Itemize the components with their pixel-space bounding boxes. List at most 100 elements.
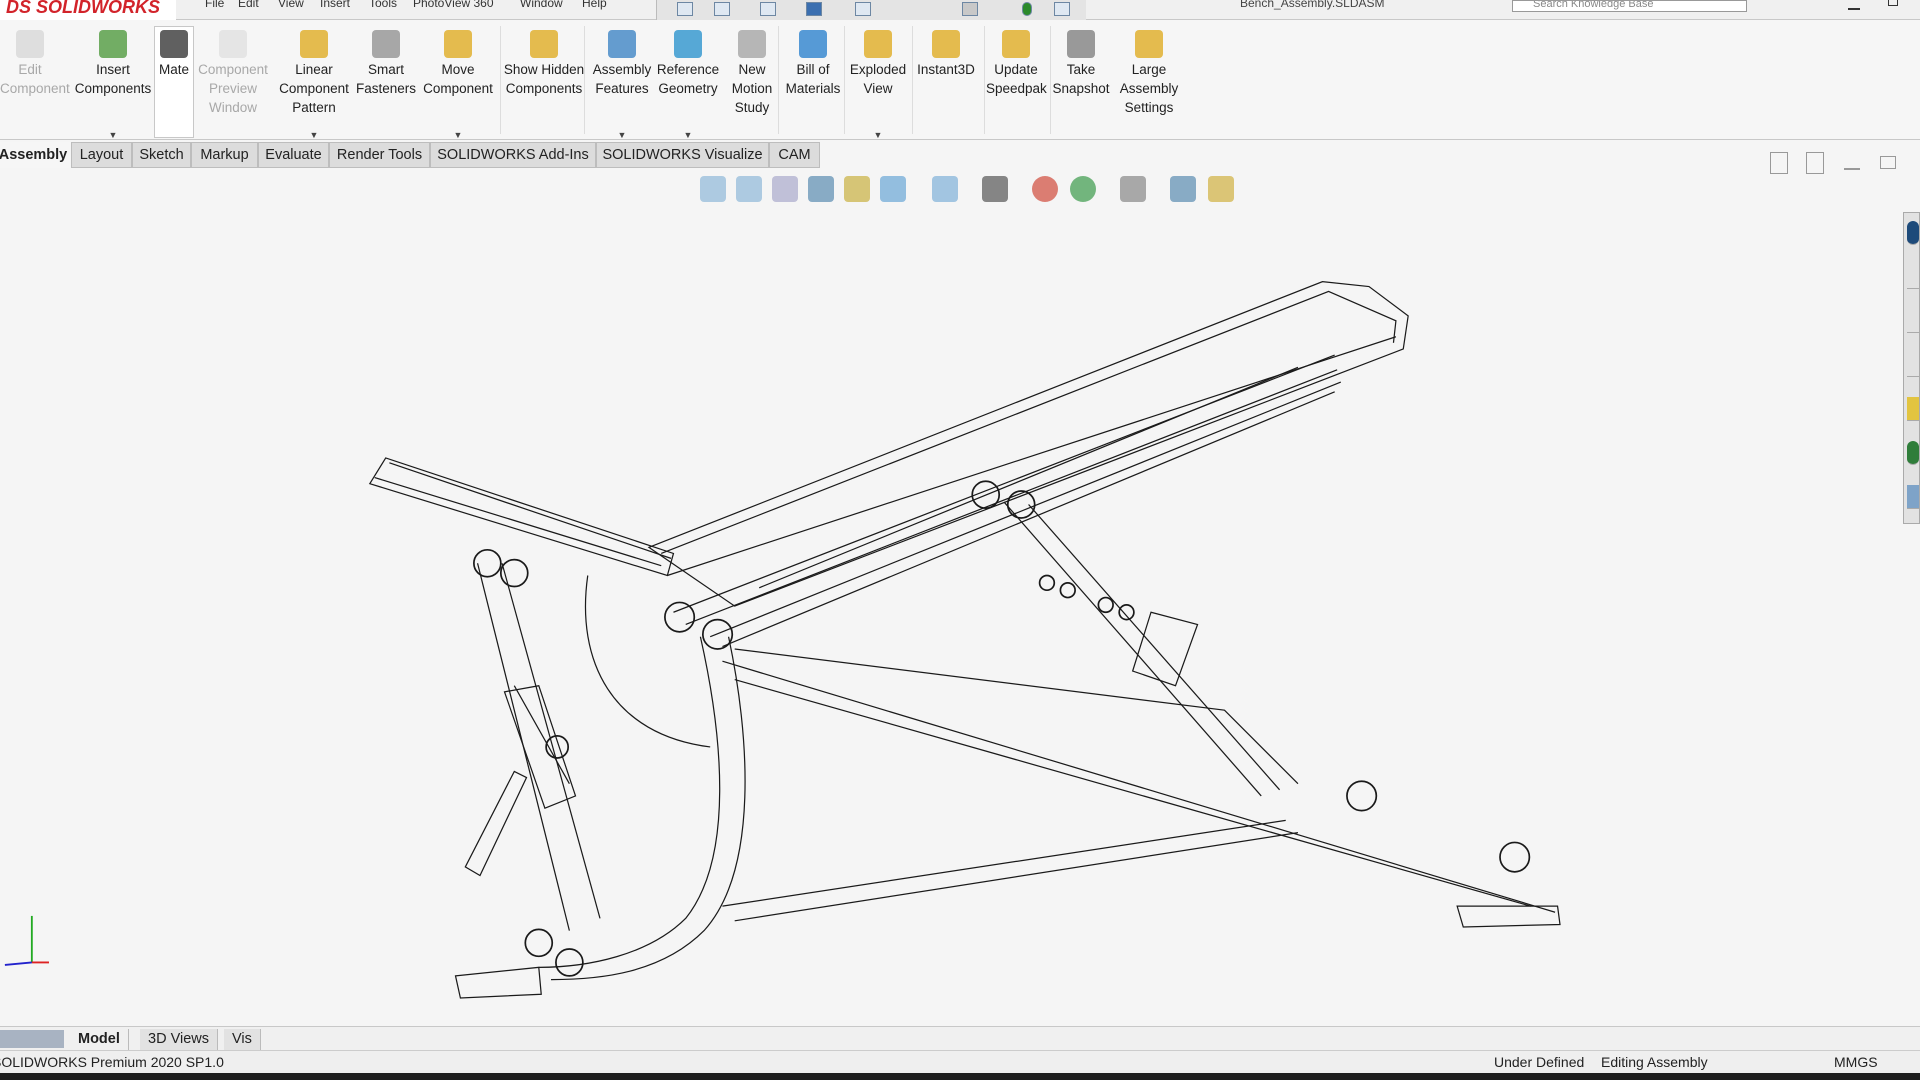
select-cursor-icon[interactable] <box>962 2 978 16</box>
axis-triad <box>4 915 49 966</box>
motion-study-icon <box>738 30 766 58</box>
view-palette-icon[interactable] <box>1907 353 1919 377</box>
ribbon-separator <box>984 26 985 134</box>
exploded-view-icon <box>864 30 892 58</box>
ribbon-button-move-component[interactable]: Move Component ▼ <box>418 30 498 140</box>
tab-vis[interactable]: Vis <box>224 1029 261 1051</box>
menu-edit[interactable]: Edit <box>238 0 259 10</box>
ribbon-button-reference-geometry[interactable]: Reference Geometry ▼ <box>656 30 720 140</box>
menu-window[interactable]: Window <box>520 0 563 10</box>
ribbon-separator <box>500 26 501 134</box>
appearances-icon[interactable] <box>1907 441 1919 465</box>
view-settings-icon[interactable] <box>1120 176 1146 202</box>
zoom-to-area-icon[interactable] <box>736 176 762 202</box>
ribbon-button-instant3d[interactable]: Instant3D <box>914 30 978 138</box>
menu-insert[interactable]: Insert <box>320 0 350 10</box>
dynamic-annotation-icon[interactable] <box>844 176 870 202</box>
maximize-icon[interactable] <box>1888 0 1898 6</box>
save-icon[interactable] <box>806 2 822 16</box>
file-explorer-icon[interactable] <box>1907 309 1919 333</box>
rotate-icon[interactable] <box>1170 176 1196 202</box>
menu-help[interactable]: Help <box>582 0 607 10</box>
ribbon-button-large-assembly-settings[interactable]: Large Assembly Settings <box>1114 30 1184 138</box>
options-icon[interactable] <box>1054 2 1070 16</box>
ribbon-button-label: Move Component <box>423 62 493 96</box>
viewport-minimize-icon[interactable] <box>1844 168 1860 170</box>
bench-back-pad <box>647 281 1409 607</box>
ribbon-button-show-hidden-components[interactable]: Show Hidden Components <box>502 30 586 138</box>
reference-geometry-icon <box>674 30 702 58</box>
solidworks-logo[interactable]: DS SOLIDWORKS <box>0 0 176 20</box>
custom-properties-icon[interactable] <box>1907 485 1919 509</box>
display-style-icon[interactable] <box>932 176 958 202</box>
ribbon-button-mate[interactable]: Mate <box>154 30 194 138</box>
ribbon-button-exploded-view[interactable]: Exploded View ▼ <box>844 30 912 140</box>
ribbon-button-label: Exploded View <box>849 62 907 96</box>
ribbon-button-label: Component Preview Window <box>198 62 268 115</box>
measure-icon[interactable] <box>1208 176 1234 202</box>
tab-model[interactable]: Model <box>70 1029 129 1051</box>
curved-support <box>538 575 746 981</box>
ribbon-button-label: Edit Component <box>0 62 70 96</box>
tab-solidworks-visualize[interactable]: SOLIDWORKS Visualize <box>596 142 769 168</box>
tile-right-icon[interactable] <box>1806 152 1824 174</box>
tab-evaluate[interactable]: Evaluate <box>258 142 329 168</box>
ribbon-button-assembly-features[interactable]: Assembly Features ▼ <box>588 30 656 140</box>
apply-scene-icon[interactable] <box>1070 176 1096 202</box>
tab-scroll-arrows[interactable] <box>0 1030 64 1048</box>
viewport-restore-icon[interactable] <box>1880 156 1896 169</box>
section-view-icon[interactable] <box>808 176 834 202</box>
ribbon-button-label: Bill of Materials <box>785 62 841 96</box>
tile-left-icon[interactable] <box>1770 152 1788 174</box>
tab-assembly[interactable]: Assembly <box>0 142 70 168</box>
properties-icon[interactable] <box>1907 397 1919 421</box>
bench-rails <box>673 354 1342 648</box>
minimize-icon[interactable] <box>1848 8 1860 10</box>
windows-taskbar <box>0 1073 1920 1080</box>
tab-sketch[interactable]: Sketch <box>132 142 191 168</box>
feet <box>454 905 1561 999</box>
units-selector[interactable]: MMGS <box>1834 1051 1878 1073</box>
ribbon-separator <box>1050 26 1051 134</box>
previous-view-icon[interactable] <box>772 176 798 202</box>
tab-solidworks-add-ins[interactable]: SOLIDWORKS Add-Ins <box>430 142 596 168</box>
tab-cam[interactable]: CAM <box>769 142 820 168</box>
search-knowledge-base-input[interactable]: Search Knowledge Base <box>1512 0 1747 12</box>
ribbon-button-take-snapshot[interactable]: Take Snapshot <box>1052 30 1110 138</box>
bench-seat-pad <box>368 457 675 577</box>
task-pane-tabs <box>1903 212 1920 524</box>
ribbon-button-update-speedpak[interactable]: Update Speedpak <box>986 30 1047 138</box>
design-library-icon[interactable] <box>1907 265 1919 289</box>
menu-view[interactable]: View <box>278 0 304 10</box>
new-document-icon[interactable] <box>714 2 730 16</box>
ribbon-button-smart-fasteners[interactable]: Smart Fasteners <box>354 30 418 138</box>
view-orientation-icon[interactable] <box>880 176 906 202</box>
hide-show-icon[interactable] <box>982 176 1008 202</box>
tab-markup[interactable]: Markup <box>191 142 258 168</box>
show-hidden-icon <box>530 30 558 58</box>
ribbon-button-component-preview-window[interactable]: Component Preview Window <box>196 30 270 138</box>
ribbon-button-linear-component-pattern[interactable]: Linear Component Pattern ▼ <box>276 30 352 140</box>
tab-render-tools[interactable]: Render Tools <box>329 142 430 168</box>
ribbon-button-insert-components[interactable]: Insert Components ▼ <box>72 30 154 140</box>
speedpak-icon <box>1002 30 1030 58</box>
menu-tools[interactable]: Tools <box>369 0 397 10</box>
menu-photoview[interactable]: PhotoView 360 <box>413 0 494 10</box>
solidworks-resources-icon[interactable] <box>1907 221 1919 245</box>
tab-3d-views[interactable]: 3D Views <box>140 1029 218 1051</box>
home-icon[interactable] <box>677 2 693 16</box>
camera-icon <box>1067 30 1095 58</box>
menu-file[interactable]: File <box>205 0 224 10</box>
ribbon-separator <box>844 26 845 134</box>
print-icon[interactable] <box>855 2 871 16</box>
ribbon-button-new-motion-study[interactable]: New Motion Study <box>730 30 774 138</box>
zoom-to-fit-icon[interactable] <box>700 176 726 202</box>
edit-appearance-icon[interactable] <box>1032 176 1058 202</box>
ribbon-button-edit-component[interactable]: Edit Component <box>0 30 70 138</box>
rebuild-icon[interactable] <box>1022 2 1032 16</box>
ribbon-button-label: Insert Components <box>74 62 152 96</box>
front-leg <box>476 563 601 931</box>
open-icon[interactable] <box>760 2 776 16</box>
ribbon-button-bill-of-materials[interactable]: Bill of Materials <box>780 30 846 138</box>
tab-layout[interactable]: Layout <box>71 142 132 168</box>
